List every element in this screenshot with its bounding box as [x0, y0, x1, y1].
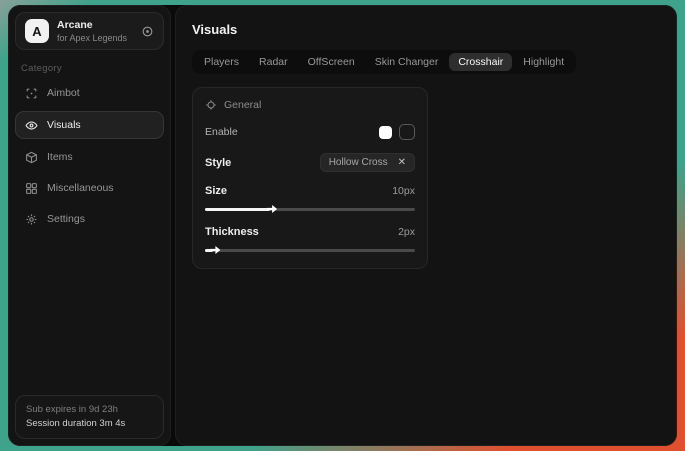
- tab-crosshair[interactable]: Crosshair: [449, 53, 512, 71]
- color-swatch[interactable]: [379, 126, 392, 139]
- thickness-value: 2px: [398, 226, 415, 238]
- sidebar-item-label: Items: [47, 151, 73, 163]
- slider-fill: [205, 208, 270, 211]
- tab-offscreen[interactable]: OffScreen: [299, 53, 364, 71]
- subscription-status: Sub expires in 9d 23h Session duration 3…: [15, 395, 164, 439]
- crosshair-icon: [25, 87, 38, 100]
- main-panel: Visuals Players Radar OffScreen Skin Cha…: [175, 5, 677, 446]
- sidebar-item-miscellaneous[interactable]: Miscellaneous: [15, 175, 164, 201]
- size-label: Size: [205, 185, 227, 197]
- sub-expires-text: Sub expires in 9d 23h: [26, 403, 153, 417]
- slider-thumb[interactable]: [267, 205, 277, 213]
- enable-label: Enable: [205, 126, 238, 138]
- section-title: General: [224, 99, 261, 111]
- sidebar-nav: Aimbot Visuals Items: [9, 80, 170, 232]
- enable-row: Enable: [205, 124, 415, 140]
- sidebar-item-aimbot[interactable]: Aimbot: [15, 80, 164, 106]
- category-label: Category: [21, 63, 170, 74]
- sidebar-item-visuals[interactable]: Visuals: [15, 111, 164, 139]
- sidebar-item-label: Settings: [47, 213, 85, 225]
- cube-icon: [25, 151, 38, 164]
- sidebar-item-label: Miscellaneous: [47, 182, 114, 194]
- sidebar-item-label: Visuals: [47, 119, 81, 131]
- general-card: General Enable Style Hollow Cross ✕: [192, 87, 428, 269]
- grid-icon: [25, 182, 38, 195]
- sidebar: A Arcane for Apex Legends Category: [8, 5, 171, 446]
- target-icon[interactable]: [141, 25, 154, 38]
- clear-icon[interactable]: ✕: [398, 158, 406, 168]
- visuals-tabbar: Players Radar OffScreen Skin Changer Cro…: [192, 50, 576, 74]
- session-duration-text: Session duration 3m 4s: [26, 417, 153, 431]
- style-value: Hollow Cross: [329, 157, 388, 168]
- sidebar-item-items[interactable]: Items: [15, 144, 164, 170]
- tab-highlight[interactable]: Highlight: [514, 53, 573, 71]
- enable-checkbox[interactable]: [399, 124, 415, 140]
- app-logo: A: [25, 19, 49, 43]
- style-dropdown[interactable]: Hollow Cross ✕: [320, 153, 415, 172]
- style-label: Style: [205, 157, 231, 169]
- app-subtitle: for Apex Legends: [57, 32, 127, 44]
- size-slider[interactable]: [205, 205, 415, 213]
- thickness-slider[interactable]: [205, 246, 415, 254]
- gear-icon: [25, 213, 38, 226]
- style-row: Style Hollow Cross ✕: [205, 153, 415, 172]
- slider-track: [205, 249, 415, 252]
- app-window: A Arcane for Apex Legends Category: [8, 5, 677, 446]
- tab-skin-changer[interactable]: Skin Changer: [366, 53, 448, 71]
- thickness-row: Thickness 2px: [205, 226, 415, 238]
- sidebar-item-settings[interactable]: Settings: [15, 206, 164, 232]
- app-name: Arcane: [57, 19, 127, 31]
- thickness-label: Thickness: [205, 226, 259, 238]
- size-value: 10px: [392, 185, 415, 197]
- tab-players[interactable]: Players: [195, 53, 248, 71]
- brand-card: A Arcane for Apex Legends: [15, 12, 164, 50]
- focus-icon: [205, 99, 217, 111]
- page-title: Visuals: [192, 22, 660, 37]
- sidebar-item-label: Aimbot: [47, 87, 80, 99]
- tab-radar[interactable]: Radar: [250, 53, 297, 71]
- slider-thumb[interactable]: [210, 246, 220, 254]
- size-row: Size 10px: [205, 185, 415, 197]
- eye-icon: [25, 119, 38, 132]
